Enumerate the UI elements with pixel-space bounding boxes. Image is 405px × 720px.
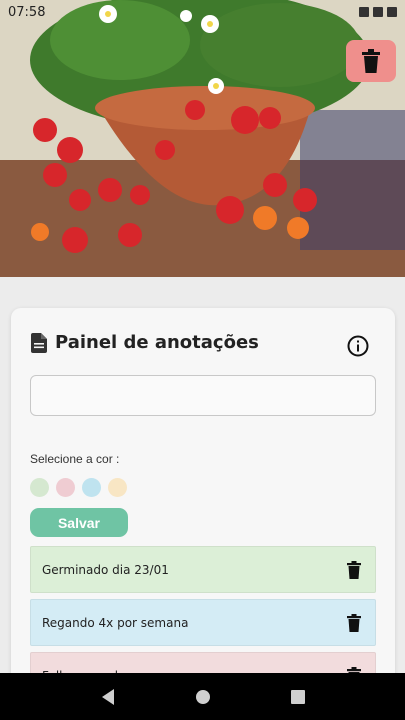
notes-panel-card: Painel de anotações Selecione a cor : Sa… (11, 308, 395, 688)
note-text: Regando 4x por semana (42, 615, 189, 630)
battery-icon (387, 7, 397, 17)
delete-note-button[interactable] (345, 613, 363, 633)
back-triangle-icon (101, 688, 114, 705)
color-swatches (30, 478, 127, 497)
delete-plant-button[interactable] (346, 40, 396, 82)
color-swatch-green[interactable] (30, 478, 49, 497)
color-swatch-yellow[interactable] (108, 478, 127, 497)
wifi-icon (359, 7, 369, 17)
note-text: Germinado dia 23/01 (42, 562, 169, 577)
recents-button[interactable] (283, 682, 313, 712)
info-button[interactable] (347, 335, 369, 357)
signal-icon (373, 7, 383, 17)
strawberry-plant-illustration (0, 0, 405, 277)
trash-icon (362, 49, 380, 73)
trash-icon (347, 613, 361, 632)
recents-square-icon (290, 689, 305, 704)
home-circle-icon (195, 689, 210, 704)
status-bar: 07:58 (0, 0, 405, 24)
page-title: Painel de anotações (55, 332, 259, 353)
status-time: 07:58 (8, 4, 46, 20)
color-swatch-pink[interactable] (56, 478, 75, 497)
document-icon (31, 332, 47, 353)
note-item: Regando 4x por semana (30, 599, 376, 646)
hero-image: 07:58 (0, 0, 405, 277)
status-icons (359, 7, 397, 17)
info-icon (347, 335, 369, 357)
trash-icon (347, 560, 361, 579)
back-button[interactable] (93, 682, 123, 712)
color-select-label: Selecione a cor : (30, 452, 120, 466)
note-item: Germinado dia 23/01 (30, 546, 376, 593)
note-input[interactable] (30, 375, 376, 416)
delete-note-button[interactable] (345, 560, 363, 580)
home-button[interactable] (188, 682, 218, 712)
system-nav-bar (0, 673, 405, 720)
card-header: Painel de anotações (31, 332, 259, 353)
save-button[interactable]: Salvar (30, 508, 128, 537)
color-swatch-blue[interactable] (82, 478, 101, 497)
